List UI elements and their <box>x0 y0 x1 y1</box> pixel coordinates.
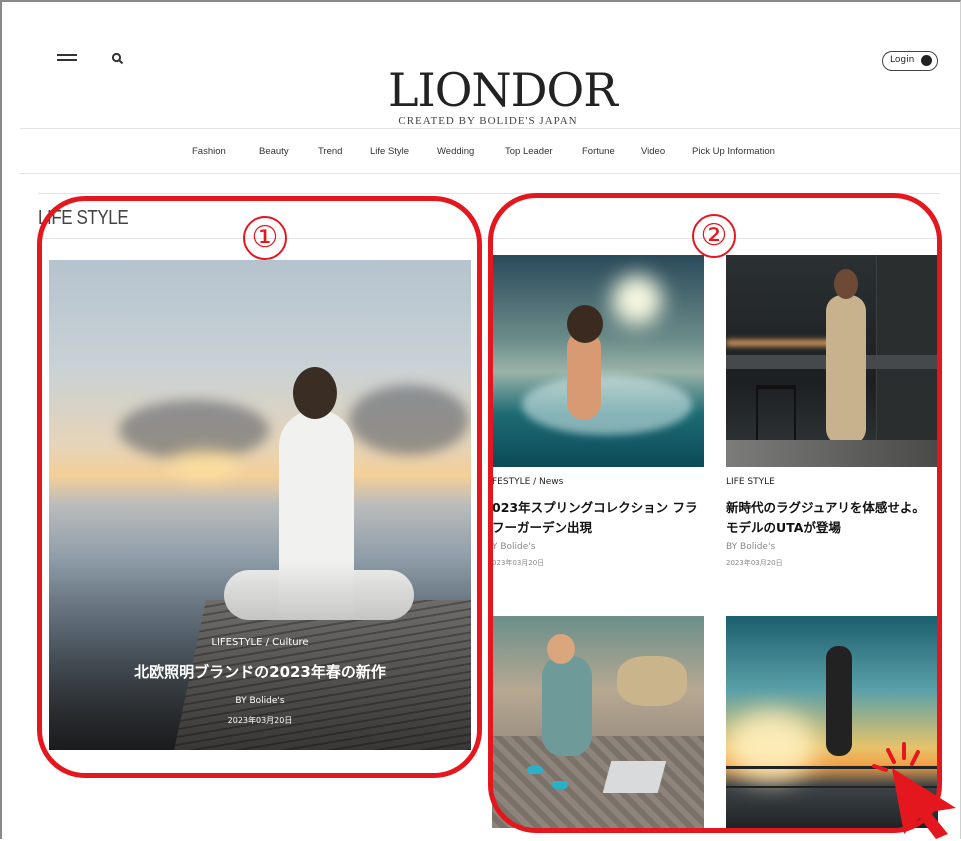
nav-item-fashion[interactable]: Fashion <box>192 146 259 162</box>
article-card[interactable]: FESTYLE / News 023年スプリングコレクション フラ フーガーデン… <box>492 255 707 575</box>
article-author: BY Bolide's <box>726 542 776 552</box>
article-category[interactable]: FESTYLE / News <box>492 477 563 487</box>
search-icon[interactable] <box>111 52 125 66</box>
nav-item-fortune[interactable]: Fortune <box>582 146 641 162</box>
nav-item-video[interactable]: Video <box>641 146 692 162</box>
thumb-splash <box>522 375 692 435</box>
thumb-person-head <box>547 634 575 664</box>
featured-author: BY Bolide's <box>235 696 285 706</box>
featured-article-card[interactable]: LIFESTYLE / Culture 北欧照明ブランドの2023年春の新作 B… <box>49 260 471 750</box>
annotation-label-2: ② <box>692 214 736 258</box>
nav-item-trend[interactable]: Trend <box>318 146 370 162</box>
featured-date: 2023年03月20日 <box>227 716 293 725</box>
annotation-label-1: ① <box>243 216 287 260</box>
article-category[interactable]: LIFE STYLE <box>726 477 775 487</box>
article-thumbnail[interactable] <box>492 255 704 467</box>
thumb-person-head <box>567 305 603 343</box>
click-cursor-icon <box>872 742 956 839</box>
thumb-person <box>826 646 852 756</box>
article-title-text: 023年スプリングコレクション フラ フーガーデン出現 <box>492 500 698 535</box>
featured-title[interactable]: 北欧照明ブランドの2023年春の新作 <box>49 661 471 682</box>
article-date: 023年03月20日 <box>492 559 545 567</box>
user-icon <box>921 55 932 66</box>
thumb-sun <box>612 275 662 325</box>
screenshot-frame: Login LIONDOR CREATED BY BOLIDE'S JAPAN … <box>0 0 961 839</box>
section-bottom-divider <box>38 238 940 239</box>
login-label: Login <box>890 55 915 65</box>
article-card[interactable] <box>492 616 707 841</box>
article-title[interactable]: 023年スプリングコレクション フラ フーガーデン出現 <box>492 498 707 538</box>
article-title[interactable]: 新時代のラグジュアリを体感せよ。 モデルのUTAが登場 <box>726 498 941 538</box>
thumb-pouf <box>617 656 687 706</box>
nav-item-top-leader[interactable]: Top Leader <box>505 146 582 162</box>
article-title-text: 新時代のラグジュアリを体感せよ。 モデルのUTAが登場 <box>726 500 925 535</box>
thumb-dumbbell <box>527 766 543 774</box>
thumb-laptop <box>602 761 667 793</box>
hamburger-menu-icon[interactable] <box>57 54 77 62</box>
thumb-person <box>567 330 601 420</box>
article-thumbnail[interactable] <box>492 616 704 828</box>
site-tagline: CREATED BY BOLIDE'S JAPAN <box>398 115 578 127</box>
section-title: LIFE STYLE <box>38 207 129 229</box>
thumb-person <box>542 656 592 756</box>
header-divider <box>20 128 960 129</box>
article-card[interactable]: LIFE STYLE 新時代のラグジュアリを体感せよ。 モデルのUTAが登場 B… <box>726 255 941 575</box>
thumb-rug <box>492 736 704 828</box>
featured-category[interactable]: LIFESTYLE / Culture <box>49 637 471 648</box>
thumb-floor <box>726 440 938 467</box>
page: Login LIONDOR CREATED BY BOLIDE'S JAPAN … <box>20 8 960 841</box>
nav-item-life-style[interactable]: Life Style <box>370 146 437 162</box>
login-button[interactable]: Login <box>882 51 938 71</box>
hero-sunset <box>169 450 239 480</box>
hero-person-head <box>293 367 337 419</box>
thumb-sun <box>726 711 816 781</box>
thumb-person <box>826 295 866 445</box>
article-thumbnail[interactable] <box>726 255 938 467</box>
main-nav: Fashion Beauty Trend Life Style Wedding … <box>192 146 802 162</box>
nav-item-beauty[interactable]: Beauty <box>259 146 318 162</box>
article-author: Y Bolide's <box>492 542 536 552</box>
article-date: 2023年03月20日 <box>726 559 783 567</box>
hero-cloud <box>349 385 469 455</box>
thumb-stool <box>756 385 796 445</box>
thumb-person-head <box>834 269 858 299</box>
section-top-divider <box>38 193 940 194</box>
nav-item-wedding[interactable]: Wedding <box>437 146 505 162</box>
nav-item-pick-up-information[interactable]: Pick Up Information <box>692 146 802 162</box>
site-logo[interactable]: LIONDOR <box>388 66 618 114</box>
nav-divider <box>20 173 960 174</box>
thumb-dumbbell <box>552 781 568 789</box>
